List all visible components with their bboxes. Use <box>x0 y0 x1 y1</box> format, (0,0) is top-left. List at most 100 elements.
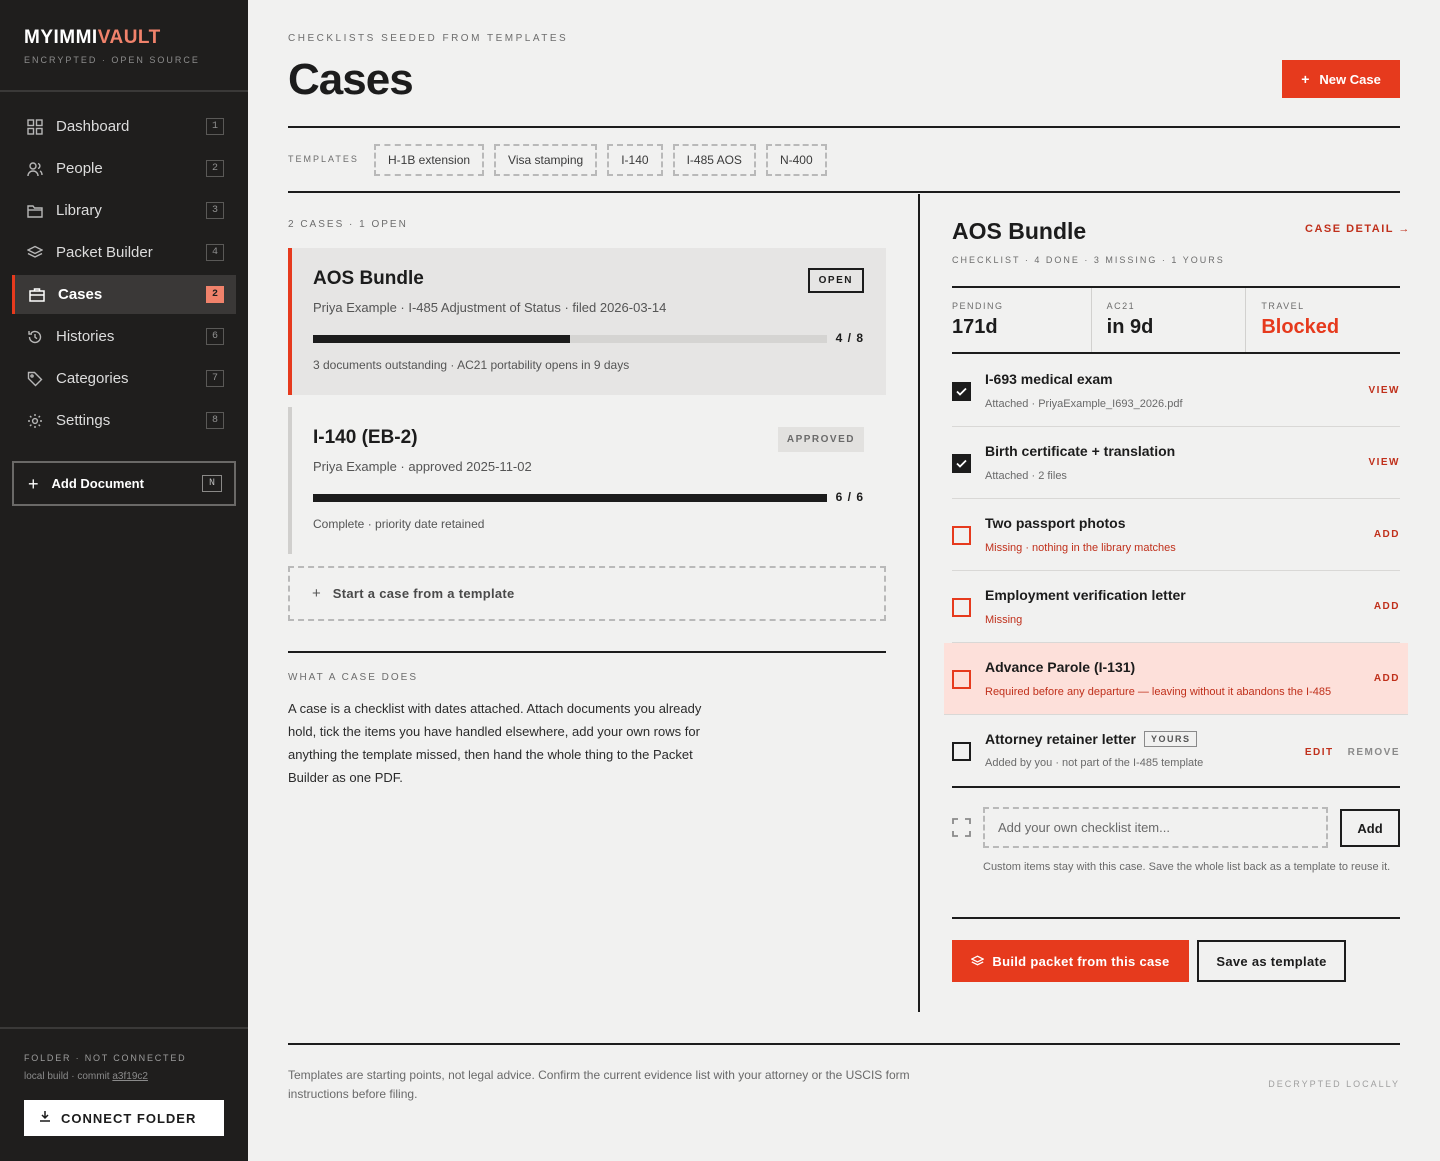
templates-label: TEMPLATES <box>288 154 359 164</box>
sidebar-item-label: People <box>56 160 103 177</box>
sidebar-item-people[interactable]: People 2 <box>12 149 236 188</box>
sidebar-item-dashboard[interactable]: Dashboard 1 <box>12 107 236 146</box>
checklist-item: Two passport photos Missing · nothing in… <box>952 499 1400 571</box>
remove-button[interactable]: REMOVE <box>1348 747 1400 758</box>
sidebar-nav: Dashboard 1 People 2 Library 3 Packet Bu… <box>12 107 236 443</box>
brand-tagline: ENCRYPTED · OPEN SOURCE <box>24 55 200 65</box>
footer-divider <box>288 1043 1400 1045</box>
shortcut-key: 2 <box>206 160 224 177</box>
case-progress-bar <box>313 335 827 343</box>
build-prefix: local build · commit <box>24 1071 113 1082</box>
template-chip[interactable]: Visa stamping <box>494 144 598 176</box>
sidebar-item-library[interactable]: Library 3 <box>12 191 236 230</box>
checklist-item-status: Added by you · not part of the I-485 tem… <box>985 757 1204 769</box>
stat-ac21: AC21 in 9d <box>1090 288 1246 352</box>
page-eyebrow: CHECKLISTS SEEDED FROM TEMPLATES <box>288 33 569 44</box>
plus-icon: + <box>28 473 39 494</box>
checklist-item-title: Two passport photos <box>985 515 1126 531</box>
view-button[interactable]: VIEW <box>1368 457 1400 468</box>
connect-folder-button[interactable]: CONNECT FOLDER <box>24 1100 224 1136</box>
save-as-template-button[interactable]: Save as template <box>1197 940 1346 982</box>
case-progress-fraction: 4 / 8 <box>835 331 864 345</box>
plus-icon: + <box>1301 71 1310 87</box>
start-from-template-label: Start a case from a template <box>332 586 515 601</box>
sidebar: MYIMMIVAULT ENCRYPTED · OPEN SOURCE Dash… <box>0 0 248 1161</box>
folder-icon <box>26 202 44 220</box>
sidebar-item-packet-builder[interactable]: Packet Builder 4 <box>12 233 236 272</box>
checklist-summary: CHECKLIST · 4 DONE · 3 MISSING · 1 YOURS <box>952 255 1225 265</box>
new-case-button[interactable]: + New Case <box>1282 60 1400 98</box>
case-detail-link[interactable]: CASE DETAIL → <box>1305 223 1411 235</box>
sidebar-item-label: Library <box>56 202 102 219</box>
shortcut-key: 2 <box>206 286 224 303</box>
checklist-item-title-row: Attorney retainer letter YOURS <box>985 731 1198 747</box>
template-chip[interactable]: H-1B extension <box>374 144 485 176</box>
gear-icon <box>26 412 44 430</box>
checkbox-unchecked[interactable] <box>952 526 971 545</box>
shortcut-key: 6 <box>206 328 224 345</box>
commit-link[interactable]: a3f19c2 <box>112 1071 148 1082</box>
checkbox-unchecked[interactable] <box>952 598 971 617</box>
sidebar-item-label: Cases <box>58 286 103 303</box>
case-card-i140[interactable]: I-140 (EB-2) APPROVED Priya Example · ap… <box>288 407 886 554</box>
checklist-item-status: Missing <box>985 614 1023 626</box>
item-actions: EDIT REMOVE <box>1305 747 1400 758</box>
stat-value: in 9d <box>1106 316 1154 338</box>
add-button[interactable]: ADD <box>1374 601 1400 612</box>
build-packet-label: Build packet from this case <box>992 953 1170 969</box>
detail-title: AOS Bundle <box>952 218 1087 244</box>
progress-fill <box>313 494 827 502</box>
build-packet-button[interactable]: Build packet from this case <box>952 940 1189 982</box>
view-button[interactable]: VIEW <box>1368 385 1400 396</box>
history-icon <box>26 328 44 346</box>
sidebar-item-cases[interactable]: Cases 2 <box>12 275 236 314</box>
add-checklist-item-input[interactable] <box>983 807 1328 848</box>
sidebar-item-histories[interactable]: Histories 6 <box>12 317 236 356</box>
stat-label: PENDING <box>952 301 1004 311</box>
checklist-item: Employment verification letter Missing A… <box>952 571 1400 643</box>
brand-logo[interactable]: MYIMMIVAULT <box>24 27 161 49</box>
checkbox-unchecked[interactable] <box>952 742 971 761</box>
header-divider <box>288 126 1400 128</box>
checklist-item-title: Advance Parole (I-131) <box>985 659 1136 675</box>
checklist-item-highlighted: Advance Parole (I-131) Required before a… <box>944 643 1408 715</box>
edit-button[interactable]: EDIT <box>1305 747 1334 758</box>
template-chip[interactable]: I-485 AOS <box>672 144 756 176</box>
yours-badge: YOURS <box>1143 731 1198 747</box>
checkbox-checked[interactable] <box>952 454 971 473</box>
tag-icon <box>26 370 44 388</box>
template-chips: H-1B extension Visa stamping I-140 I-485… <box>374 144 827 176</box>
stat-value: Blocked <box>1261 316 1340 338</box>
start-from-template-button[interactable]: + Start a case from a template <box>288 566 886 621</box>
connect-folder-label: CONNECT FOLDER <box>61 1110 197 1126</box>
layers-icon <box>971 954 985 965</box>
case-subtitle: Priya Example · I-485 Adjustment of Stat… <box>313 300 667 315</box>
case-title: I-140 (EB-2) <box>313 427 418 448</box>
status-badge: OPEN <box>807 268 864 293</box>
sidebar-item-categories[interactable]: Categories 7 <box>12 359 236 398</box>
shortcut-key: 1 <box>206 118 224 135</box>
sidebar-item-label: Dashboard <box>56 118 130 135</box>
sidebar-item-label: Packet Builder <box>56 244 153 261</box>
checklist-item-status: Attached · PriyaExample_I693_2026.pdf <box>985 398 1183 410</box>
add-button[interactable]: ADD <box>1374 673 1400 684</box>
checkbox-checked[interactable] <box>952 382 971 401</box>
sidebar-item-label: Categories <box>56 370 129 387</box>
case-note: Complete · priority date retained <box>313 517 485 531</box>
add-document-button[interactable]: + Add Document N <box>12 461 236 506</box>
checklist-item: Attorney retainer letter YOURS Added by y… <box>952 715 1400 788</box>
case-stats: PENDING 171d AC21 in 9d TRAVEL Blocked <box>952 286 1400 354</box>
case-card-aos-bundle[interactable]: AOS Bundle OPEN Priya Example · I-485 Ad… <box>288 248 886 395</box>
case-progress-bar <box>313 494 827 502</box>
checkbox-unchecked[interactable] <box>952 670 971 689</box>
add-checklist-item-button[interactable]: Add <box>1340 809 1400 847</box>
template-chip[interactable]: I-140 <box>607 144 663 176</box>
sidebar-item-settings[interactable]: Settings 8 <box>12 401 236 440</box>
case-subtitle: Priya Example · approved 2025-11-02 <box>313 459 532 474</box>
people-icon <box>26 160 44 178</box>
checklist-item-status: Missing · nothing in the library matches <box>985 542 1176 554</box>
about-label: WHAT A CASE DOES <box>288 672 418 683</box>
add-button[interactable]: ADD <box>1374 529 1400 540</box>
template-chip[interactable]: N-400 <box>765 144 827 176</box>
brand-name-accent: VAULT <box>97 27 161 48</box>
